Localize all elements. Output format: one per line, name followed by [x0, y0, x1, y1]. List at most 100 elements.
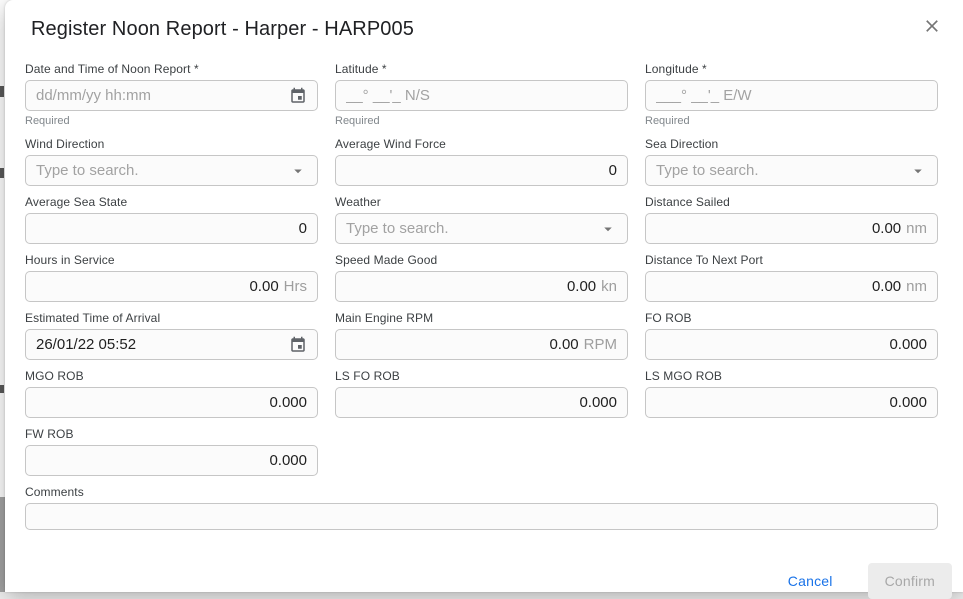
ls-fo-rob-box[interactable] [335, 387, 628, 418]
longitude-box[interactable] [645, 80, 938, 111]
field-label: Wind Direction [25, 137, 318, 151]
ls-mgo-rob-box[interactable] [645, 387, 938, 418]
mgo-rob-box[interactable] [25, 387, 318, 418]
fo-rob-box[interactable] [645, 329, 938, 360]
eta-box[interactable] [25, 329, 318, 360]
register-noon-report-dialog: Register Noon Report - Harper - HARP005 … [5, 0, 963, 592]
close-icon[interactable] [922, 16, 942, 41]
required-helper: Required [335, 115, 628, 128]
average-sea-state-input[interactable] [36, 220, 307, 237]
grid-spacer [335, 427, 628, 476]
field-label: Hours in Service [25, 253, 318, 267]
confirm-button[interactable]: Confirm [868, 563, 952, 599]
field-label: LS MGO ROB [645, 369, 938, 383]
field-label: Average Sea State [25, 195, 318, 209]
close-button[interactable] [921, 17, 943, 39]
comments-input[interactable] [36, 508, 927, 525]
field-label: Date and Time of Noon Report * [25, 62, 318, 76]
chevron-down-icon[interactable] [599, 220, 617, 238]
backdrop-fragment [0, 385, 4, 393]
field-label: MGO ROB [25, 369, 318, 383]
field-sea-direction: Sea Direction [645, 137, 938, 186]
distance-sailed-box[interactable]: nm [645, 213, 938, 244]
chevron-down-icon[interactable] [289, 162, 307, 180]
main-engine-rpm-input[interactable] [346, 336, 579, 353]
noon-datetime-box[interactable] [25, 80, 318, 111]
ls-mgo-rob-input[interactable] [656, 394, 927, 411]
field-distance-to-next-port: Distance To Next Port nm [645, 253, 938, 302]
average-sea-state-box[interactable] [25, 213, 318, 244]
field-mgo-rob: MGO ROB [25, 369, 318, 418]
required-helper: Required [645, 115, 938, 128]
field-ls-fo-rob: LS FO ROB [335, 369, 628, 418]
cancel-button[interactable]: Cancel [780, 565, 841, 597]
field-label: Distance Sailed [645, 195, 938, 209]
main-engine-rpm-box[interactable]: RPM [335, 329, 628, 360]
field-fw-rob: FW ROB [25, 427, 318, 476]
field-hours-in-service: Hours in Service Hrs [25, 253, 318, 302]
field-label: FW ROB [25, 427, 318, 441]
dialog-footer: Cancel Confirm [25, 563, 952, 599]
unit-suffix: nm [906, 220, 927, 237]
field-weather: Weather [335, 195, 628, 244]
wind-direction-input[interactable] [36, 162, 281, 179]
unit-suffix: nm [906, 278, 927, 295]
longitude-input[interactable] [656, 87, 927, 104]
distance-sailed-input[interactable] [656, 220, 901, 237]
field-ls-mgo-rob: LS MGO ROB [645, 369, 938, 418]
fw-rob-input[interactable] [36, 452, 307, 469]
form-grid: Date and Time of Noon Report * Required … [25, 62, 938, 485]
average-wind-force-input[interactable] [346, 162, 617, 179]
mgo-rob-input[interactable] [36, 394, 307, 411]
weather-input[interactable] [346, 220, 591, 237]
field-average-sea-state: Average Sea State [25, 195, 318, 244]
field-label: Sea Direction [645, 137, 938, 151]
weather-select[interactable] [335, 213, 628, 244]
hours-in-service-input[interactable] [36, 278, 279, 295]
field-speed-made-good: Speed Made Good kn [335, 253, 628, 302]
latitude-input[interactable] [346, 87, 617, 104]
field-fo-rob: FO ROB [645, 311, 938, 360]
calendar-icon[interactable] [289, 87, 307, 105]
ls-fo-rob-input[interactable] [346, 394, 617, 411]
fo-rob-input[interactable] [656, 336, 927, 353]
field-label: Estimated Time of Arrival [25, 311, 318, 325]
backdrop-fragment [0, 86, 4, 97]
sea-direction-input[interactable] [656, 162, 901, 179]
field-comments: Comments [25, 485, 938, 530]
average-wind-force-box[interactable] [335, 155, 628, 186]
field-label: FO ROB [645, 311, 938, 325]
speed-made-good-box[interactable]: kn [335, 271, 628, 302]
field-label: Comments [25, 485, 938, 499]
field-label: Speed Made Good [335, 253, 628, 267]
backdrop-fragment [0, 168, 4, 178]
hours-in-service-box[interactable]: Hrs [25, 271, 318, 302]
unit-suffix: Hrs [284, 278, 307, 295]
field-noon-datetime: Date and Time of Noon Report * Required [25, 62, 318, 128]
calendar-icon[interactable] [289, 336, 307, 354]
field-distance-sailed: Distance Sailed nm [645, 195, 938, 244]
field-label: Distance To Next Port [645, 253, 938, 267]
comments-box[interactable] [25, 503, 938, 530]
sea-direction-select[interactable] [645, 155, 938, 186]
fw-rob-box[interactable] [25, 445, 318, 476]
distance-to-next-port-input[interactable] [656, 278, 901, 295]
field-eta: Estimated Time of Arrival [25, 311, 318, 360]
field-label: Main Engine RPM [335, 311, 628, 325]
required-helper: Required [25, 115, 318, 128]
latitude-box[interactable] [335, 80, 628, 111]
distance-to-next-port-box[interactable]: nm [645, 271, 938, 302]
speed-made-good-input[interactable] [346, 278, 596, 295]
dialog-title: Register Noon Report - Harper - HARP005 [31, 18, 938, 41]
field-longitude: Longitude * Required [645, 62, 938, 128]
unit-suffix: kn [601, 278, 617, 295]
unit-suffix: RPM [584, 336, 617, 353]
chevron-down-icon[interactable] [909, 162, 927, 180]
noon-datetime-input[interactable] [36, 87, 281, 104]
eta-input[interactable] [36, 336, 281, 353]
wind-direction-select[interactable] [25, 155, 318, 186]
field-label: Longitude * [645, 62, 938, 76]
field-wind-direction: Wind Direction [25, 137, 318, 186]
field-average-wind-force: Average Wind Force [335, 137, 628, 186]
field-label: Latitude * [335, 62, 628, 76]
